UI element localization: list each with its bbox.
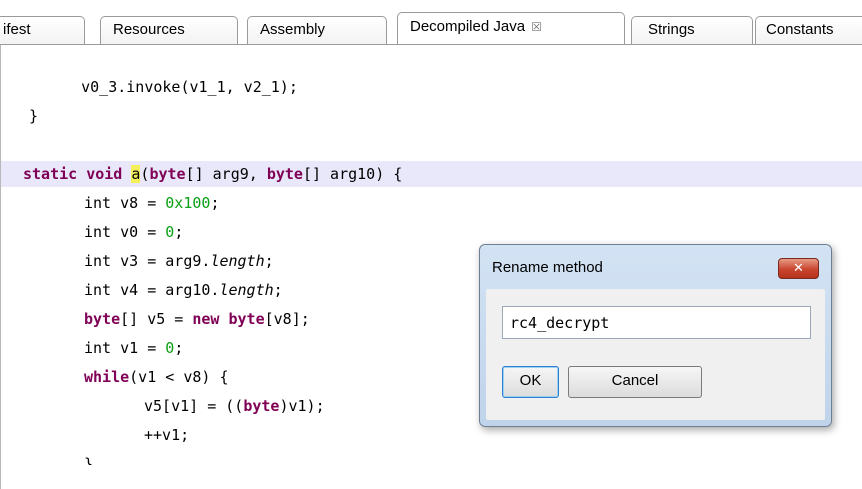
- tab-label: Constants: [766, 21, 834, 38]
- tab-label: Assembly: [260, 21, 326, 38]
- close-dialog-button[interactable]: ✕: [778, 258, 819, 279]
- code-text: ;: [273, 281, 283, 299]
- close-tab-icon[interactable]: ☒: [531, 20, 542, 34]
- cancel-button[interactable]: Cancel: [568, 366, 702, 398]
- code-line: v0_3.invoke(v1_1, v2_1);: [45, 78, 298, 96]
- code-line: }: [29, 107, 39, 125]
- tab-assembly[interactable]: Assembly: [247, 16, 387, 44]
- tab-label: ifest: [3, 21, 31, 38]
- code-text: ;: [174, 339, 184, 357]
- keyword: while: [84, 368, 130, 386]
- keyword: byte: [149, 165, 186, 183]
- code-text: [] arg10) {: [302, 165, 403, 183]
- keyword: static: [23, 165, 78, 183]
- ok-button[interactable]: OK: [502, 366, 559, 398]
- code-text: (v1 < v8) {: [129, 368, 229, 386]
- code-text: v5[v1] = ((: [144, 397, 244, 415]
- keyword: new: [192, 310, 220, 328]
- rename-method-dialog: Rename method ✕ OK Cancel: [479, 244, 832, 427]
- keyword: byte: [266, 165, 303, 183]
- tab-label: Strings: [648, 21, 695, 38]
- code-line-clipped: [21, 45, 862, 47]
- code-line: int v8 = 0x100;: [1, 190, 862, 216]
- tab-manifest[interactable]: ifest: [0, 16, 85, 44]
- keyword: byte: [243, 397, 280, 415]
- code-text: int v1 =: [84, 339, 166, 357]
- number-literal: 0: [165, 339, 175, 357]
- tab-decompiled-java[interactable]: Decompiled Java ☒: [397, 12, 625, 44]
- dialog-body: OK Cancel: [486, 289, 825, 420]
- code-text: [] arg9,: [185, 165, 267, 183]
- field-name: length: [219, 281, 274, 299]
- tab-resources[interactable]: Resources: [100, 16, 238, 44]
- tab-constants[interactable]: Constants: [755, 16, 862, 44]
- code-text: ;: [174, 223, 184, 241]
- tab-label: Resources: [113, 21, 185, 38]
- code-text: int v4 = arg10.: [84, 281, 220, 299]
- keyword: byte: [228, 310, 265, 328]
- code-text: int v3 = arg9.: [84, 252, 211, 270]
- code-text: ;: [210, 194, 220, 212]
- code-text: [] v5 =: [120, 310, 193, 328]
- code-text: ;: [264, 252, 274, 270]
- code-text: [v8];: [264, 310, 310, 328]
- number-literal: 0: [165, 223, 175, 241]
- field-name: length: [210, 252, 265, 270]
- close-icon: ✕: [793, 261, 804, 276]
- tab-strings[interactable]: Strings: [631, 16, 753, 44]
- keyword: byte: [84, 310, 121, 328]
- editor-tab-bar: ifest Resources Assembly Decompiled Java…: [0, 0, 862, 45]
- code-line: }: [84, 455, 94, 465]
- code-line: int v0 = 0;: [1, 219, 862, 245]
- code-text: int v0 =: [84, 223, 166, 241]
- keyword: void: [86, 165, 123, 183]
- method-name-input[interactable]: [502, 306, 811, 339]
- tab-label: Decompiled Java: [410, 18, 526, 35]
- code-line-method-signature: static void a(byte[] arg9, byte[] arg10)…: [1, 161, 862, 187]
- code-text: int v8 =: [84, 194, 166, 212]
- dialog-title: Rename method: [492, 259, 603, 276]
- code-text: )v1);: [279, 397, 325, 415]
- number-literal: 0x100: [165, 194, 211, 212]
